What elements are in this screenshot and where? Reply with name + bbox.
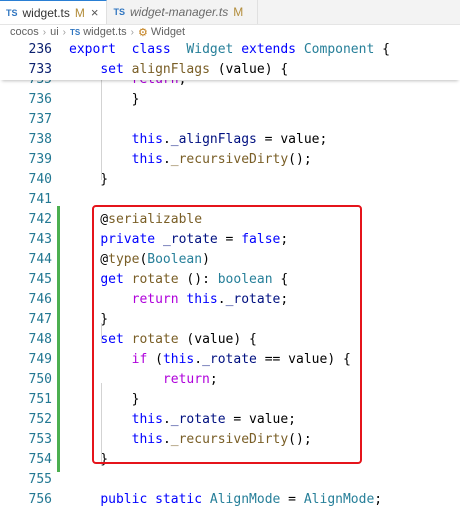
breadcrumb-item-cocos[interactable]: cocos	[10, 26, 39, 38]
breadcrumb: cocos › ui › TS widget.ts › ⚙ Widget	[0, 24, 460, 40]
highlight-box	[92, 205, 362, 464]
indent-guide	[101, 80, 102, 180]
code-line[interactable]: 733 set alignFlags (value) {	[0, 60, 460, 80]
breadcrumb-item-ui[interactable]: ui	[50, 26, 59, 38]
line-number: 744	[28, 252, 52, 267]
code-token: alignFlags	[131, 62, 210, 77]
modified-indicator: M	[74, 5, 85, 20]
code-line[interactable]: 740 }	[0, 170, 460, 190]
line-number: 750	[28, 372, 52, 387]
code-line[interactable]: 737	[0, 110, 460, 130]
code-token: }	[69, 172, 109, 187]
line-number: 745	[28, 272, 52, 287]
code-text: this._recursiveDirty();	[69, 150, 312, 170]
line-number: 740	[28, 172, 52, 187]
line-number: 746	[28, 292, 52, 307]
line-number: 738	[28, 132, 52, 147]
typescript-file-icon: TS	[113, 7, 125, 17]
code-token: .	[162, 152, 171, 167]
code-token: = value;	[256, 132, 328, 147]
line-number: 747	[28, 312, 52, 327]
line-number: 752	[28, 412, 52, 427]
code-token: Component	[303, 42, 375, 57]
line-number: 733	[28, 62, 52, 77]
line-number: 756	[28, 492, 52, 507]
code-token: (value) {	[209, 62, 289, 77]
code-token: class	[131, 42, 171, 57]
chevron-right-icon: ›	[130, 26, 134, 38]
code-line[interactable]: 736 }	[0, 90, 460, 110]
close-icon[interactable]: ×	[91, 5, 99, 20]
code-token: export	[69, 42, 116, 57]
typescript-file-icon: TS	[6, 7, 18, 18]
class-symbol-icon: ⚙	[138, 26, 148, 39]
code-token: extends	[241, 42, 297, 57]
line-number: 741	[28, 192, 52, 207]
line-number: 749	[28, 352, 52, 367]
code-token: }	[69, 92, 140, 107]
code-token: this	[131, 132, 163, 147]
line-number: 754	[28, 452, 52, 467]
modified-indicator: M	[233, 5, 244, 19]
tab-label: widget-manager.ts	[129, 5, 229, 19]
line-number: 753	[28, 432, 52, 447]
tab-label: widget.ts	[22, 5, 70, 20]
code-line[interactable]: 236 export class Widget extends Component…	[0, 40, 460, 60]
line-number: 751	[28, 392, 52, 407]
breadcrumb-item-file[interactable]: widget.ts	[83, 26, 126, 38]
tab-bar: TS widget.ts M × TS widget-manager.ts M	[0, 0, 460, 25]
line-number: 755	[28, 472, 52, 487]
code-editor[interactable]: 236 export class Widget extends Component…	[0, 40, 460, 507]
code-token: _recursiveDirty	[170, 152, 289, 167]
breadcrumb-item-symbol[interactable]: Widget	[151, 26, 185, 38]
line-number: 739	[28, 152, 52, 167]
code-token: Widget	[186, 42, 234, 57]
code-token: ();	[288, 152, 312, 167]
tab-widget-ts[interactable]: TS widget.ts M ×	[0, 0, 108, 24]
code-line[interactable]: 755	[0, 470, 460, 490]
code-line[interactable]: 738 this._alignFlags = value;	[0, 130, 460, 150]
code-text: }	[69, 170, 108, 190]
line-number: 743	[28, 232, 52, 247]
chevron-right-icon: ›	[62, 26, 66, 38]
chevron-right-icon: ›	[42, 26, 47, 38]
code-text: }	[69, 90, 140, 110]
sticky-scroll-header[interactable]: 236 export class Widget extends Component…	[0, 40, 460, 80]
git-change-bar[interactable]	[57, 206, 60, 472]
line-number: 736	[28, 92, 52, 107]
code-text: set alignFlags (value) {	[69, 60, 288, 80]
typescript-file-icon: TS	[70, 27, 81, 37]
code-token: {	[374, 42, 390, 57]
line-number: 236	[28, 42, 52, 57]
code-text: export class Widget extends Component {	[69, 40, 390, 60]
code-text: public static AlignMode = AlignMode;	[69, 490, 382, 510]
line-number: 748	[28, 332, 52, 347]
code-line[interactable]: 739 this._recursiveDirty();	[0, 150, 460, 170]
line-number: 742	[28, 212, 52, 227]
code-token: .	[162, 132, 171, 147]
code-token: this	[131, 152, 163, 167]
line-number: 737	[28, 112, 52, 127]
code-token: _alignFlags	[170, 132, 257, 147]
code-line[interactable]: 756 public static AlignMode = AlignMode;	[0, 490, 460, 510]
tab-widget-manager-ts[interactable]: TS widget-manager.ts M	[107, 0, 259, 24]
code-text: this._alignFlags = value;	[69, 130, 328, 150]
code-token: set	[100, 62, 124, 77]
